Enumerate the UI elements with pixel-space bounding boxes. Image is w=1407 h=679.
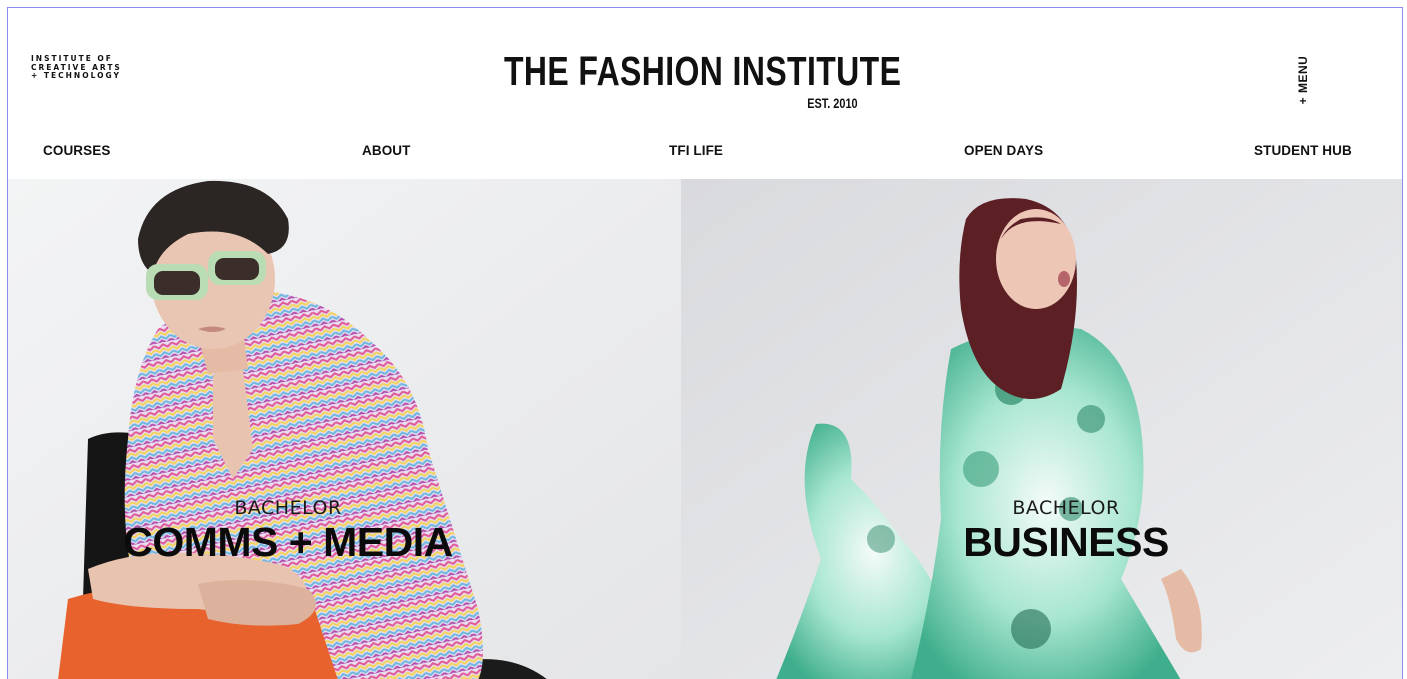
model-photo-right (681, 179, 1402, 679)
menu-label: + MENU (1296, 55, 1310, 105)
course-panel-comms-media[interactable]: BACHELOR COMMS + MEDIA (8, 179, 681, 679)
menu-button[interactable]: + MENU (1292, 52, 1314, 108)
main-nav: COURSES ABOUT TFI LIFE OPEN DAYS STUDENT… (8, 139, 1402, 163)
institute-tagline: INSTITUTE OF CREATIVE ARTS + TECHNOLOGY (31, 54, 122, 81)
page-frame: INSTITUTE OF CREATIVE ARTS + TECHNOLOGY … (7, 7, 1403, 679)
course-caption-left: BACHELOR COMMS + MEDIA (68, 497, 508, 565)
brand-established: EST. 2010 (807, 95, 858, 111)
course-level-label: BACHELOR (234, 497, 342, 519)
course-panel-business[interactable]: BACHELOR BUSINESS (681, 179, 1402, 679)
institute-tagline-line-3: + TECHNOLOGY (31, 71, 121, 80)
nav-item-courses[interactable]: COURSES (43, 143, 110, 158)
nav-item-student-hub[interactable]: STUDENT HUB (1254, 143, 1352, 158)
nav-item-tfi-life[interactable]: TFI LIFE (669, 143, 723, 158)
brand-logo[interactable]: THE FASHION INSTITUTE EST. 2010 (504, 48, 902, 118)
nav-item-open-days[interactable]: OPEN DAYS (964, 143, 1043, 158)
course-title: BUSINESS (963, 519, 1169, 565)
nav-item-about[interactable]: ABOUT (362, 143, 411, 158)
course-caption-right: BACHELOR BUSINESS (901, 497, 1231, 565)
brand-title: THE FASHION INSTITUTE (504, 48, 902, 94)
site-header: INSTITUTE OF CREATIVE ARTS + TECHNOLOGY … (8, 8, 1402, 179)
course-level-label: BACHELOR (1012, 497, 1120, 519)
model-photo-left (8, 179, 681, 679)
course-title: COMMS + MEDIA (123, 519, 453, 565)
